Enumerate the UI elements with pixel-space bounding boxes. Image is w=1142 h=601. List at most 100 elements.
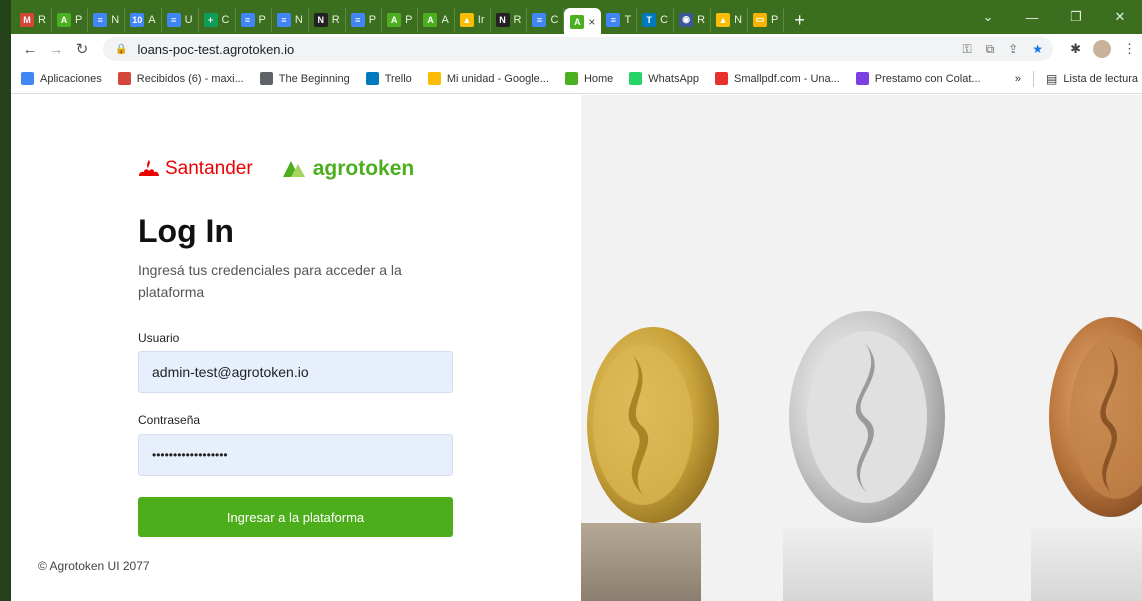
gold-coin: [581, 327, 719, 601]
browser-tab-active[interactable]: A ×: [564, 7, 602, 37]
tab-label: C: [550, 13, 559, 26]
tab-favicon-icon: ≡: [166, 12, 181, 27]
address-bar[interactable]: 🔒 loans-poc-test.agrotoken.io ⚿ ⧉ ⇪ ★: [103, 37, 1053, 61]
menu-icon[interactable]: ⋮: [1123, 41, 1136, 57]
tab-label: P: [368, 13, 377, 26]
tab-favicon-icon: ≡: [350, 12, 365, 27]
user-input[interactable]: admin-test@agrotoken.io: [138, 351, 453, 393]
tab-label: P: [258, 13, 266, 26]
page-title: Log In: [138, 213, 234, 249]
browser-tab[interactable]: TC: [637, 7, 675, 32]
key-icon[interactable]: ⚿: [962, 42, 971, 57]
coins-illustration: [581, 95, 1142, 601]
tab-favicon-icon: ▲: [716, 12, 731, 27]
forward-icon[interactable]: →: [43, 41, 69, 58]
bookmark-item[interactable]: Trello: [365, 72, 412, 85]
browser-tab[interactable]: ▭ P: [748, 7, 785, 32]
browser-tab[interactable]: ▲ N: [711, 7, 749, 32]
browser-tab[interactable]: ≡ P: [346, 7, 383, 32]
bookmark-label: Trello: [384, 72, 412, 85]
tab-label: N: [111, 13, 120, 26]
back-icon[interactable]: ←: [17, 41, 43, 58]
browser-tab[interactable]: ≡ T: [601, 7, 638, 32]
brand-logos: Santander agrotoken: [137, 157, 414, 181]
tab-close-icon[interactable]: ×: [588, 15, 595, 29]
reload-icon[interactable]: ↻: [69, 40, 95, 58]
bookmark-favicon-icon: [259, 72, 273, 85]
bookmark-favicon-icon: [117, 72, 131, 85]
bookmark-item[interactable]: Smallpdf.com - Una...: [715, 72, 840, 85]
login-submit-button[interactable]: Ingresar a la plataforma: [138, 497, 453, 537]
tab-favicon-icon: ≡: [606, 12, 621, 27]
bookmark-label: Recibidos (6) - maxi...: [136, 72, 244, 85]
bookmark-item[interactable]: Prestamo con Colat...: [855, 72, 981, 85]
tab-favicon-icon: A: [56, 12, 71, 27]
browser-tab[interactable]: NR: [491, 7, 528, 32]
profile-avatar[interactable]: [1093, 40, 1111, 58]
tab-label: R: [697, 13, 706, 26]
bookmark-label: The Beginning: [278, 72, 350, 85]
tab-label: P: [771, 13, 779, 26]
bookmark-label: Prestamo con Colat...: [874, 72, 981, 85]
santander-logo: Santander: [137, 158, 253, 180]
tab-favicon-icon: ≡: [240, 12, 255, 27]
browser-tab[interactable]: 10 A: [125, 7, 162, 32]
close-window-icon[interactable]: ✕: [1098, 9, 1142, 25]
bookmark-favicon-icon: [715, 72, 729, 85]
restore-icon[interactable]: ❐: [1054, 9, 1098, 25]
agrotoken-wordmark: agrotoken: [312, 157, 415, 180]
copyright-text: © Agrotoken UI 2077: [38, 559, 150, 573]
bookmarks-bar: Aplicaciones Recibidos (6) - maxi... The B…: [11, 64, 1142, 94]
tab-label: P: [405, 13, 413, 26]
tab-label: U: [184, 13, 193, 26]
browser-tab[interactable]: AP: [382, 7, 419, 32]
browser-tab[interactable]: AP: [52, 7, 89, 32]
bookmark-label: Aplicaciones: [40, 72, 102, 85]
tab-label: R: [38, 13, 46, 26]
url-text[interactable]: loans-poc-test.agrotoken.io: [137, 42, 294, 57]
browser-tab[interactable]: MR: [15, 7, 52, 32]
extensions-icon[interactable]: ✱: [1070, 41, 1081, 57]
browser-toolbar: ← → ↻ 🔒 loans-poc-test.agrotoken.io ⚿ ⧉ …: [11, 34, 1142, 64]
bookmark-item[interactable]: Recibidos (6) - maxi...: [117, 72, 244, 85]
agrotoken-logo: agrotoken: [281, 157, 415, 181]
bookmark-item[interactable]: The Beginning: [259, 72, 350, 85]
bookmark-item[interactable]: Mi unidad - Google...: [427, 72, 549, 85]
bookmarks-overflow-icon[interactable]: »: [1015, 73, 1021, 85]
tab-favicon-icon: A: [387, 12, 402, 27]
minimize-icon[interactable]: —: [1010, 10, 1054, 25]
tab-favicon-icon: ≡: [93, 12, 108, 27]
browser-tab[interactable]: ▲ Ir: [455, 7, 491, 32]
browser-tab[interactable]: NR: [309, 7, 346, 32]
bookmark-item[interactable]: WhatsApp: [629, 72, 699, 85]
tab-search-icon[interactable]: ⌄: [966, 9, 1010, 25]
bookmark-star-icon[interactable]: ★: [1032, 42, 1043, 57]
browser-tab[interactable]: ≡ N: [272, 7, 309, 32]
share-icon[interactable]: ⇪: [1008, 42, 1018, 57]
browser-tab[interactable]: AA: [418, 7, 455, 32]
browser-tab[interactable]: ◉ R: [674, 7, 712, 32]
tab-favicon-icon: A: [423, 12, 438, 27]
agrotoken-mark-icon: [282, 161, 305, 177]
browser-tab[interactable]: ≡ P: [236, 7, 272, 32]
reading-list-icon: ▤: [1046, 72, 1058, 86]
browser-tab[interactable]: ≡ U: [162, 7, 199, 32]
new-tab-button[interactable]: +: [784, 8, 815, 32]
tab-favicon-icon: N: [495, 12, 510, 27]
silver-coin: [783, 311, 945, 601]
lock-icon[interactable]: 🔒: [115, 44, 127, 55]
browser-tab[interactable]: ≡ C: [527, 7, 565, 32]
bookmark-favicon-icon: [21, 72, 34, 85]
browser-tab[interactable]: + C: [199, 7, 236, 32]
reading-list-label: Lista de lectura: [1063, 73, 1138, 85]
tab-favicon-icon: ≡: [532, 12, 547, 27]
browser-tab[interactable]: ≡ N: [88, 7, 126, 32]
password-input[interactable]: ••••••••••••••••••: [138, 434, 453, 476]
bookmark-label: Mi unidad - Google...: [446, 72, 549, 85]
tab-label: N: [294, 13, 303, 26]
tab-list: M R A P ≡ N 10 A ≡ U + C ≡ P ≡ N N R ≡ P A P A A ▲ Ir N R ≡ C A × ≡ T T C ◉ R…: [15, 5, 815, 37]
bookmark-item[interactable]: Home: [564, 72, 613, 85]
reading-list-button[interactable]: ▤ Lista de lectura: [1046, 72, 1138, 86]
bookmark-item[interactable]: Aplicaciones: [21, 72, 102, 85]
translate-icon[interactable]: ⧉: [986, 42, 995, 57]
